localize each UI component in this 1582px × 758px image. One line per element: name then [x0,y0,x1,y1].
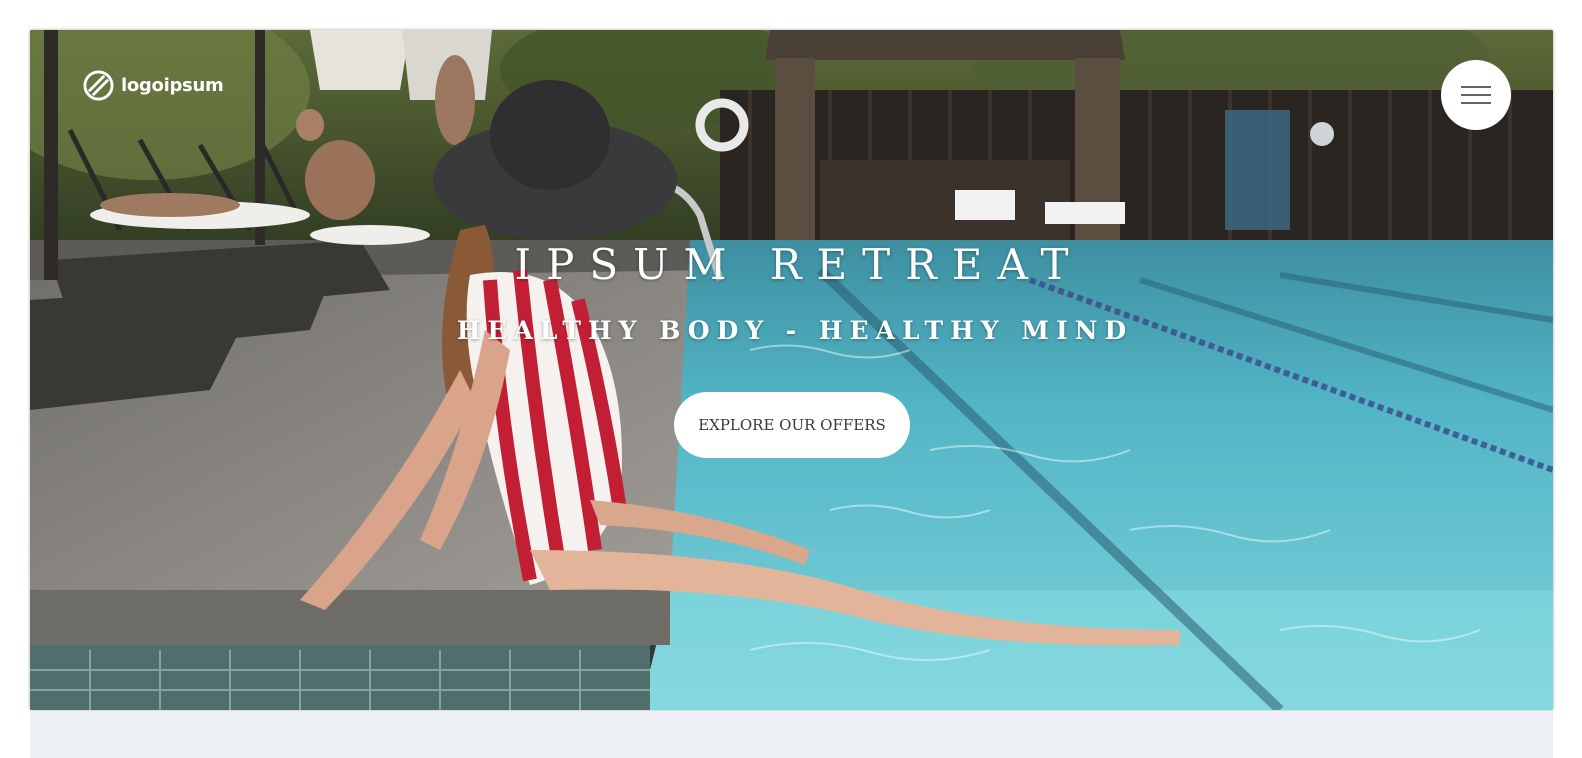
cta-wrap: EXPLORE OUR OFFERS [30,392,1553,458]
hero-title: IPSUM RETREAT [514,240,1084,289]
hero-section: logoipsum IPSUM RETREAT HEALTHY BODY - H… [30,30,1553,710]
hero-subtitle: HEALTHY BODY - HEALTHY MIND [456,316,1134,345]
logoipsum-mark-icon [83,70,114,101]
menu-button[interactable] [1441,60,1511,130]
next-section-preview [30,712,1553,758]
brand-name: logoipsum [121,75,224,96]
explore-offers-button[interactable]: EXPLORE OUR OFFERS [674,392,910,458]
hero-headline: IPSUM RETREAT HEALTHY BODY - HEALTHY MIN… [30,238,1553,458]
brand-logo[interactable]: logoipsum [83,70,224,101]
hamburger-menu-icon [1461,86,1491,104]
